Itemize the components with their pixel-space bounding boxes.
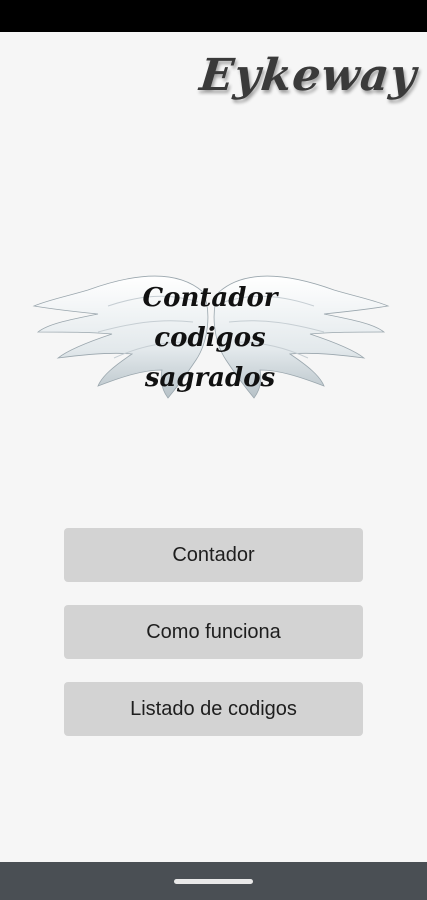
main-menu: Contador Como funciona Listado de codigo… [64, 528, 363, 759]
emblem-title: Contador codigos sagrados [110, 278, 310, 398]
home-indicator[interactable] [174, 879, 253, 884]
brand-logo: Eykeway [197, 50, 420, 101]
navigation-bar [0, 862, 427, 900]
emblem-title-line: codigos [154, 323, 266, 353]
status-bar [0, 0, 427, 32]
como-funciona-button[interactable]: Como funciona [64, 605, 363, 659]
contador-button[interactable]: Contador [64, 528, 363, 582]
emblem-title-line: Contador [142, 283, 278, 313]
listado-de-codigos-button[interactable]: Listado de codigos [64, 682, 363, 736]
emblem-title-line: sagrados [144, 363, 276, 393]
